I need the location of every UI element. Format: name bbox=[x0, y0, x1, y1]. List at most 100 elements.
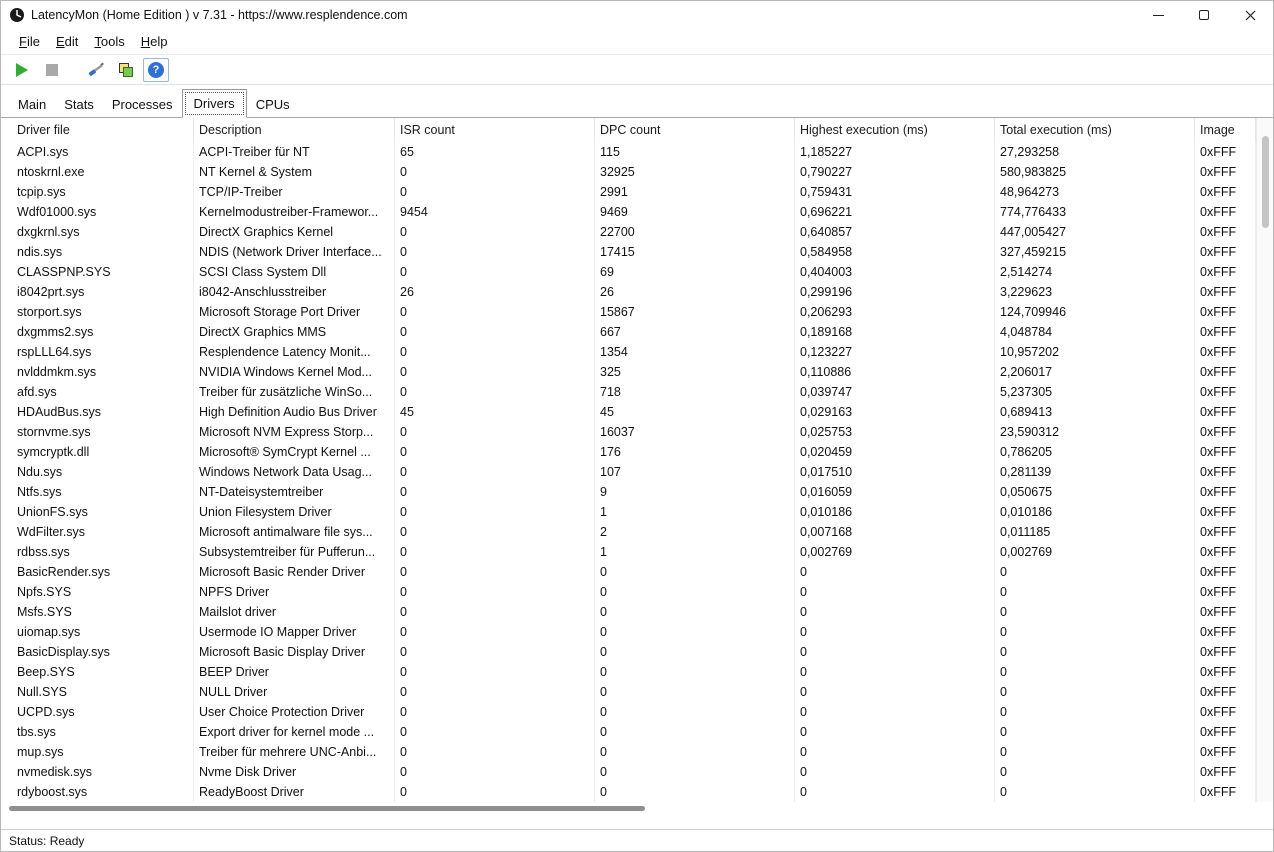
table-cell: stornvme.sys bbox=[1, 422, 194, 442]
table-cell: 0xFFF bbox=[1195, 682, 1256, 702]
table-row[interactable]: Ntfs.sysNT-Dateisystemtreiber090,0160590… bbox=[1, 482, 1256, 502]
table-cell: rdyboost.sys bbox=[1, 782, 194, 802]
table-row[interactable]: nvmedisk.sysNvme Disk Driver00000xFFF bbox=[1, 762, 1256, 782]
start-monitor-button[interactable] bbox=[9, 58, 35, 82]
driver-tool-button[interactable] bbox=[83, 58, 109, 82]
table-row[interactable]: mup.sysTreiber für mehrere UNC-Anbi...00… bbox=[1, 742, 1256, 762]
table-row[interactable]: rdbss.sysSubsystemtreiber für Pufferun..… bbox=[1, 542, 1256, 562]
tab-cpus[interactable]: CPUs bbox=[247, 92, 299, 117]
horizontal-scrollbar[interactable] bbox=[1, 802, 1273, 815]
vertical-scrollbar-thumb[interactable] bbox=[1262, 136, 1269, 228]
column-dpc-count[interactable]: DPC count bbox=[595, 118, 795, 142]
table-cell: 0xFFF bbox=[1195, 442, 1256, 462]
table-row[interactable]: dxgkrnl.sysDirectX Graphics Kernel022700… bbox=[1, 222, 1256, 242]
column-image[interactable]: Image bbox=[1195, 118, 1256, 142]
table-row[interactable]: Msfs.SYSMailslot driver00000xFFF bbox=[1, 602, 1256, 622]
column-driver-file[interactable]: Driver file bbox=[1, 118, 194, 142]
table-cell: 0xFFF bbox=[1195, 642, 1256, 662]
copy-report-button[interactable] bbox=[113, 58, 139, 82]
column-highest-execution[interactable]: Highest execution (ms) bbox=[795, 118, 995, 142]
table-cell: 0 bbox=[395, 762, 595, 782]
table-row[interactable]: HDAudBus.sysHigh Definition Audio Bus Dr… bbox=[1, 402, 1256, 422]
table-cell: 0,696221 bbox=[795, 202, 995, 222]
table-cell: SCSI Class System Dll bbox=[194, 262, 395, 282]
table-cell: 0,790227 bbox=[795, 162, 995, 182]
close-button[interactable] bbox=[1227, 1, 1273, 29]
table-row[interactable]: ntoskrnl.exeNT Kernel & System0329250,79… bbox=[1, 162, 1256, 182]
table-row[interactable]: rdyboost.sysReadyBoost Driver00000xFFF bbox=[1, 782, 1256, 802]
table-row[interactable]: tcpip.sysTCP/IP-Treiber029910,75943148,9… bbox=[1, 182, 1256, 202]
stop-monitor-button[interactable] bbox=[39, 58, 65, 82]
help-button[interactable]: ? bbox=[143, 58, 169, 82]
table-row[interactable]: Wdf01000.sysKernelmodustreiber-Framewor.… bbox=[1, 202, 1256, 222]
table-row[interactable]: Npfs.SYSNPFS Driver00000xFFF bbox=[1, 582, 1256, 602]
table-row[interactable]: rspLLL64.sysResplendence Latency Monit..… bbox=[1, 342, 1256, 362]
maximize-button[interactable] bbox=[1181, 1, 1227, 29]
table-row[interactable]: tbs.sysExport driver for kernel mode ...… bbox=[1, 722, 1256, 742]
table-row[interactable]: BasicDisplay.sysMicrosoft Basic Display … bbox=[1, 642, 1256, 662]
table-cell: 0xFFF bbox=[1195, 782, 1256, 802]
table-cell: 1,185227 bbox=[795, 142, 995, 162]
table-cell: 0xFFF bbox=[1195, 142, 1256, 162]
table-cell: 0,759431 bbox=[795, 182, 995, 202]
table-row[interactable]: UCPD.sysUser Choice Protection Driver000… bbox=[1, 702, 1256, 722]
column-total-execution[interactable]: Total execution (ms) bbox=[995, 118, 1195, 142]
table-cell: 0 bbox=[995, 702, 1195, 722]
table-row[interactable]: BasicRender.sysMicrosoft Basic Render Dr… bbox=[1, 562, 1256, 582]
tab-main[interactable]: Main bbox=[9, 92, 55, 117]
table-cell: 27,293258 bbox=[995, 142, 1195, 162]
table-row[interactable]: ACPI.sysACPI-Treiber für NT651151,185227… bbox=[1, 142, 1256, 162]
table-cell: NDIS (Network Driver Interface... bbox=[194, 242, 395, 262]
table-cell: 0 bbox=[395, 262, 595, 282]
table-cell: 0 bbox=[795, 742, 995, 762]
table-row[interactable]: Beep.SYSBEEP Driver00000xFFF bbox=[1, 662, 1256, 682]
table-row[interactable]: Null.SYSNULL Driver00000xFFF bbox=[1, 682, 1256, 702]
table-cell: 32925 bbox=[595, 162, 795, 182]
table-row[interactable]: Ndu.sysWindows Network Data Usag...01070… bbox=[1, 462, 1256, 482]
menu-help[interactable]: Help bbox=[133, 30, 176, 53]
table-row[interactable]: CLASSPNP.SYSSCSI Class System Dll0690,40… bbox=[1, 262, 1256, 282]
table-cell: 0 bbox=[595, 702, 795, 722]
menu-edit[interactable]: Edit bbox=[48, 30, 86, 53]
table-cell: 0 bbox=[795, 642, 995, 662]
table-cell: 65 bbox=[395, 142, 595, 162]
table-row[interactable]: UnionFS.sysUnion Filesystem Driver010,01… bbox=[1, 502, 1256, 522]
table-cell: 1354 bbox=[595, 342, 795, 362]
table-cell: 3,229623 bbox=[995, 282, 1195, 302]
tab-processes[interactable]: Processes bbox=[103, 92, 182, 117]
horizontal-scrollbar-thumb[interactable] bbox=[9, 806, 645, 811]
table-row[interactable]: symcryptk.dllMicrosoft® SymCrypt Kernel … bbox=[1, 442, 1256, 462]
table-cell: 0 bbox=[995, 642, 1195, 662]
minimize-button[interactable] bbox=[1135, 1, 1181, 29]
table-cell: BasicRender.sys bbox=[1, 562, 194, 582]
table-row[interactable]: afd.sysTreiber für zusätzliche WinSo...0… bbox=[1, 382, 1256, 402]
window-controls bbox=[1135, 1, 1273, 29]
table-row[interactable]: ndis.sysNDIS (Network Driver Interface..… bbox=[1, 242, 1256, 262]
table-cell: nvlddmkm.sys bbox=[1, 362, 194, 382]
tab-stats[interactable]: Stats bbox=[55, 92, 103, 117]
column-isr-count[interactable]: ISR count bbox=[395, 118, 595, 142]
table-row[interactable]: storport.sysMicrosoft Storage Port Drive… bbox=[1, 302, 1256, 322]
table-cell: 0 bbox=[395, 442, 595, 462]
table-row[interactable]: WdFilter.sysMicrosoft antimalware file s… bbox=[1, 522, 1256, 542]
table-cell: uiomap.sys bbox=[1, 622, 194, 642]
table-cell: 124,709946 bbox=[995, 302, 1195, 322]
table-cell: tcpip.sys bbox=[1, 182, 194, 202]
menu-tools[interactable]: Tools bbox=[86, 30, 132, 53]
table-cell: 0 bbox=[395, 342, 595, 362]
menu-file[interactable]: File bbox=[11, 30, 48, 53]
table-row[interactable]: i8042prt.sysi8042-Anschlusstreiber26260,… bbox=[1, 282, 1256, 302]
vertical-scrollbar[interactable] bbox=[1256, 118, 1273, 802]
table-row[interactable]: nvlddmkm.sysNVIDIA Windows Kernel Mod...… bbox=[1, 362, 1256, 382]
table-cell: 22700 bbox=[595, 222, 795, 242]
table-row[interactable]: dxgmms2.sysDirectX Graphics MMS06670,189… bbox=[1, 322, 1256, 342]
table-row[interactable]: stornvme.sysMicrosoft NVM Express Storp.… bbox=[1, 422, 1256, 442]
table-cell: 0,029163 bbox=[795, 402, 995, 422]
table-cell: 45 bbox=[395, 402, 595, 422]
tab-drivers[interactable]: Drivers bbox=[182, 89, 247, 118]
table-cell: 0 bbox=[395, 502, 595, 522]
column-description[interactable]: Description bbox=[194, 118, 395, 142]
table-cell: 23,590312 bbox=[995, 422, 1195, 442]
table-cell: 0xFFF bbox=[1195, 402, 1256, 422]
table-row[interactable]: uiomap.sysUsermode IO Mapper Driver00000… bbox=[1, 622, 1256, 642]
